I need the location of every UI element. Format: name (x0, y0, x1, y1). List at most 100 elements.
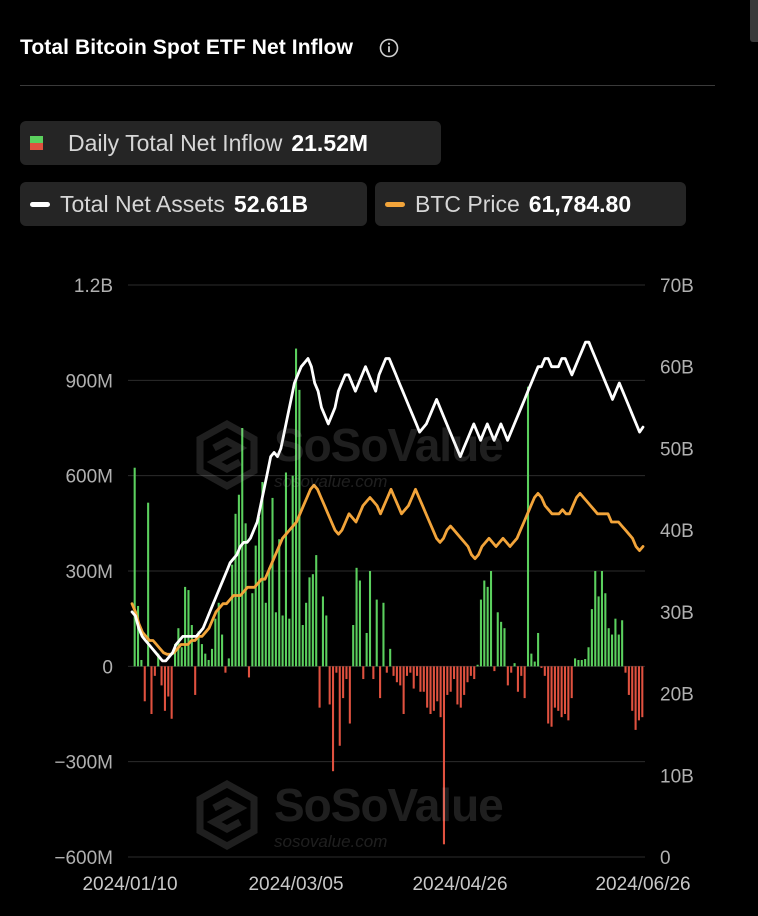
watermark-brand: SoSoValue (274, 779, 504, 831)
inflow-bar (631, 666, 634, 711)
inflow-bar (503, 628, 506, 667)
right-axis-tick: 30B (660, 603, 694, 624)
inflow-bar (587, 647, 590, 667)
inflow-bar (133, 467, 136, 667)
inflow-bar (469, 666, 472, 676)
inflow-bar (429, 666, 432, 714)
inflow-bar (463, 666, 466, 695)
inflow-bar (385, 666, 388, 673)
right-axis-tick: 10B (660, 766, 694, 787)
inflow-bar (516, 666, 519, 692)
inflow-bar (325, 615, 328, 667)
inflow-bar (563, 666, 567, 714)
inflow-bar (621, 620, 624, 667)
inflow-bar (537, 632, 540, 667)
inflow-bar (574, 658, 577, 667)
inflow-bar (449, 666, 452, 692)
watermark-bottom: SoSoValue sosovalue.com (192, 778, 504, 852)
inflow-bar (412, 666, 415, 689)
inflow-bar (637, 666, 640, 721)
sosovalue-logo-icon (196, 420, 258, 490)
inflow-bar (416, 666, 419, 676)
left-axis-tick: 0 (102, 657, 113, 678)
inflow-bar (567, 666, 570, 721)
inflow-bar (345, 666, 348, 680)
right-axis-tick: 20B (660, 685, 694, 706)
inflow-bar (342, 666, 345, 699)
right-axis-tick: 50B (660, 439, 694, 460)
inflow-bar (143, 666, 146, 702)
inflow-bar (466, 666, 469, 683)
inflow-bar (402, 666, 405, 714)
inflow-bar (187, 590, 190, 667)
watermark-top: SoSoValue sosovalue.com (192, 418, 504, 492)
inflow-bar (382, 602, 385, 667)
inflow-bar (224, 666, 227, 673)
right-axis-tick: 70B (660, 276, 694, 297)
inflow-bar (254, 545, 257, 667)
inflow-bar (200, 644, 203, 667)
inflow-bar (231, 564, 234, 667)
inflow-bar (372, 666, 375, 680)
inflow-bar (560, 666, 563, 718)
inflow-bar (234, 513, 237, 667)
inflow-bar (214, 618, 217, 667)
inflow-bar (483, 580, 486, 667)
x-axis-tick: 2024/06/26 (595, 874, 690, 895)
watermark-site: sosovalue.com (274, 832, 388, 851)
right-axis-tick: 60B (660, 358, 694, 379)
inflow-bar (261, 482, 264, 667)
inflow-bar (348, 666, 351, 724)
left-axis-tick: −600M (54, 848, 113, 869)
inflow-bar (150, 666, 153, 714)
inflow-bar (271, 497, 274, 667)
btc-price-line (130, 483, 645, 656)
inflow-bar (600, 571, 604, 667)
sosovalue-logo-icon (196, 780, 258, 850)
inflow-bar (301, 625, 304, 667)
inflow-bar (523, 666, 526, 699)
inflow-bar (227, 658, 230, 667)
x-axis-tick: 2024/03/05 (248, 874, 343, 895)
inflow-bar (624, 666, 627, 673)
inflow-bar (217, 602, 220, 667)
inflow-bar (479, 599, 482, 667)
inflow-bar (611, 634, 614, 667)
inflow-bar (395, 666, 398, 683)
inflow-bar (439, 666, 442, 718)
inflow-bar (493, 666, 496, 672)
inflow-bar (352, 625, 355, 667)
inflow-bar (580, 659, 583, 667)
inflow-bar (264, 602, 267, 667)
left-axis-tick: 1.2B (74, 276, 113, 297)
inflow-bar (419, 666, 422, 692)
inflow-bar (311, 574, 314, 667)
inflow-bar (540, 666, 543, 668)
right-axis-tick: 0 (660, 848, 671, 869)
inflow-bar (318, 666, 321, 708)
inflow-bar (405, 666, 409, 676)
inflow-bar (362, 666, 365, 680)
inflow-bar (190, 625, 193, 667)
inflow-bar (194, 666, 197, 695)
inflow-bar (476, 664, 479, 667)
inflow-bar (210, 648, 214, 667)
inflow-bar (500, 621, 503, 667)
inflow-bar (355, 567, 358, 667)
inflow-bar (278, 539, 281, 667)
inflow-bar (368, 571, 372, 667)
inflow-bar (506, 666, 509, 686)
inflow-bar (389, 648, 392, 667)
inflow-bar (288, 618, 291, 667)
right-axis-tick: 40B (660, 521, 694, 542)
inflow-bar (163, 666, 166, 711)
watermark-brand: SoSoValue (274, 419, 504, 471)
inflow-bar (486, 586, 489, 667)
inflow-bar (510, 666, 513, 673)
inflow-bar (543, 666, 546, 676)
inflow-bar (627, 666, 630, 695)
left-axis-tick: 900M (65, 371, 113, 392)
inflow-bar (617, 634, 620, 667)
inflow-bar (295, 348, 298, 667)
inflow-bar (530, 653, 533, 667)
